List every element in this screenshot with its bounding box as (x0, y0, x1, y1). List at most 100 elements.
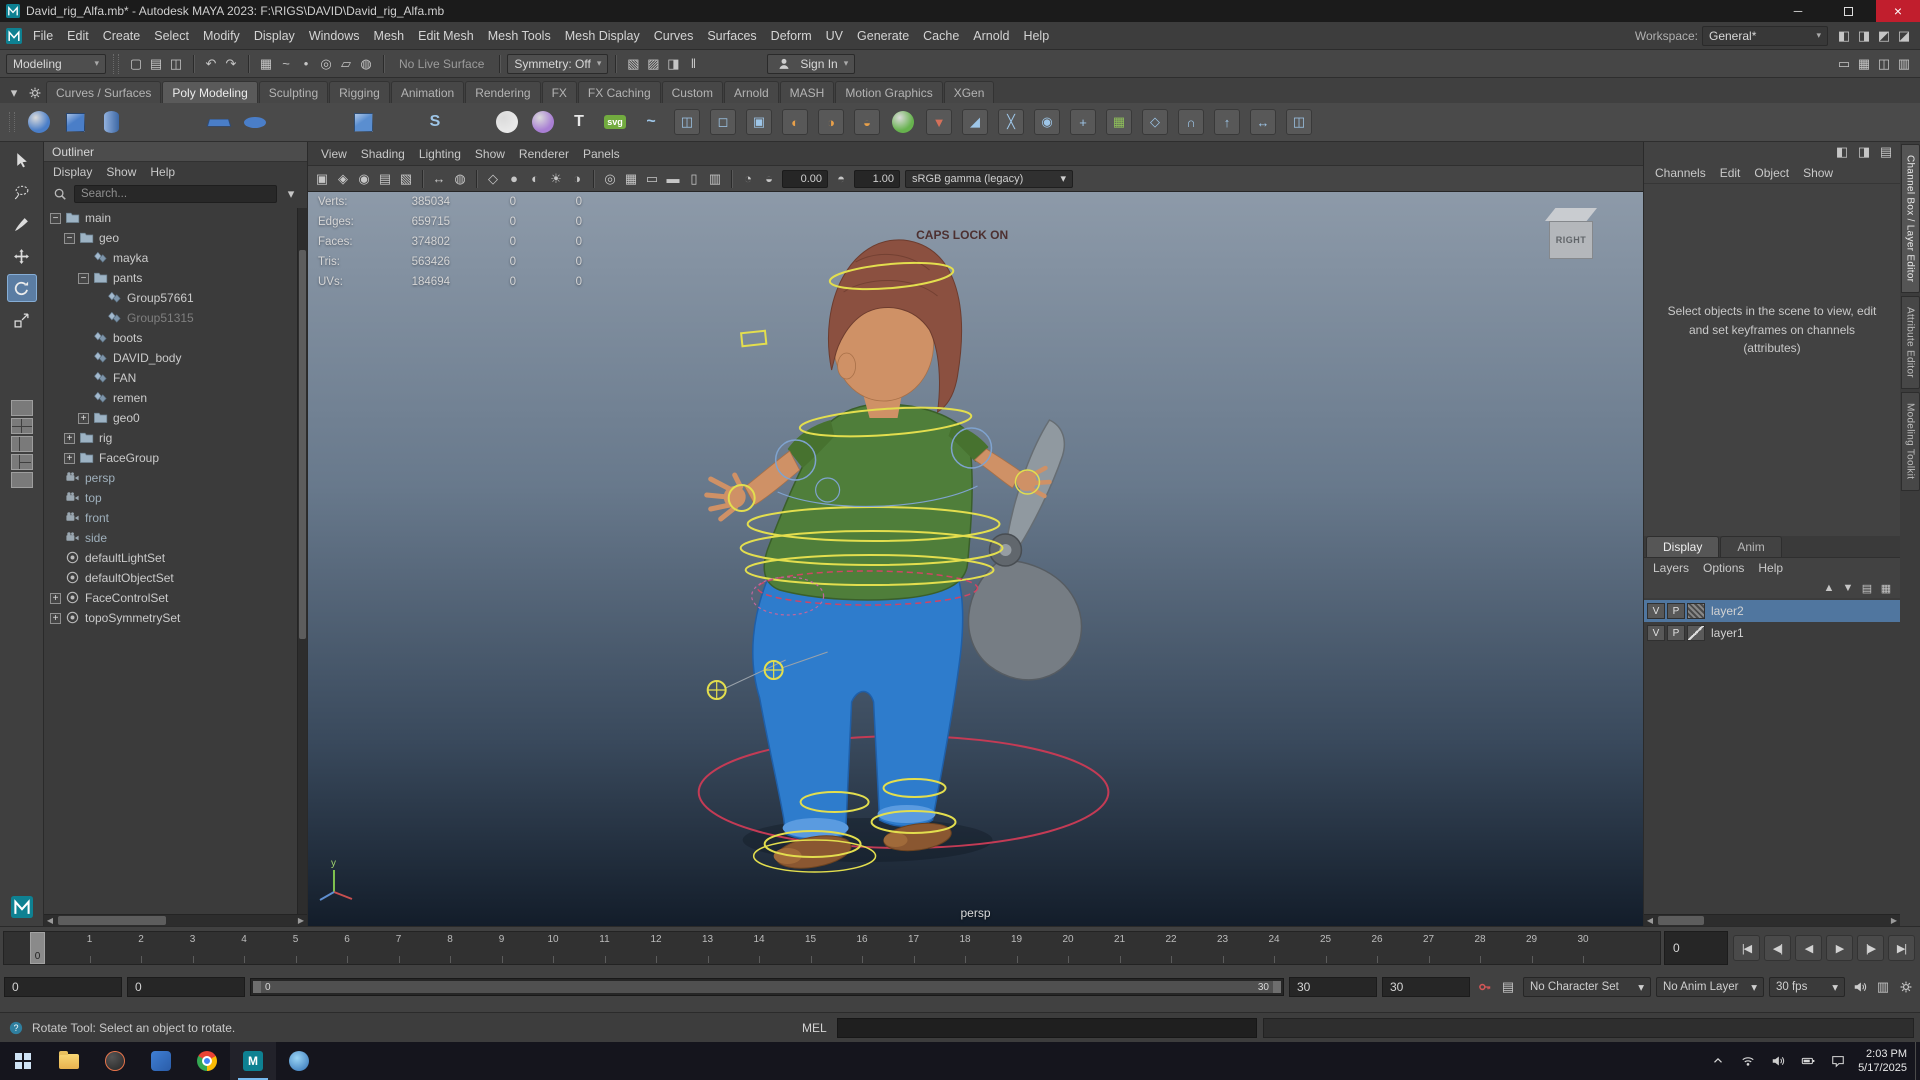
time-slider[interactable]: 1 2 3 4 5 6 7 8 9 10 11 12 13 14 15 16 17 18 19 20 21 22 23 24 2… (3, 931, 1917, 965)
layer-visibility-toggle[interactable]: V (1647, 625, 1665, 641)
channel-speed-icon[interactable]: ◨ (1854, 142, 1874, 162)
outliner-item-mayka[interactable]: mayka (44, 248, 307, 268)
step-back-frame-button[interactable]: ◀| (1764, 935, 1791, 961)
outliner-menu-help[interactable]: Help (143, 163, 182, 181)
shelf-tab-rigging[interactable]: Rigging (329, 81, 390, 103)
smooth-icon[interactable] (886, 105, 920, 139)
anim-layer-icon[interactable]: ▤ (1498, 977, 1518, 997)
viewport-menu-view[interactable]: View (314, 145, 354, 163)
snap-to-view-plane-icon[interactable]: ▱ (336, 54, 356, 74)
single-pane-layout-icon[interactable]: ▭ (1834, 54, 1854, 74)
volume-tray-icon[interactable] (1768, 1051, 1788, 1071)
range-start-handle[interactable] (253, 981, 261, 993)
character-set-dropdown[interactable]: No Character Set ▾ (1523, 977, 1651, 997)
hud-toggle-icon[interactable]: ▥ (705, 169, 725, 189)
soccer-ball-icon[interactable] (490, 105, 524, 139)
expand-icon[interactable]: + (64, 452, 75, 464)
network-icon[interactable] (1738, 1051, 1758, 1071)
action-center-icon[interactable] (1828, 1051, 1848, 1071)
command-language-toggle[interactable]: MEL (798, 1021, 831, 1035)
layer-visibility-toggle[interactable]: V (1647, 603, 1665, 619)
custom-layout-button[interactable] (10, 472, 33, 488)
outliner-toggle-icon[interactable]: ◧ (1834, 26, 1854, 46)
film-gate-icon[interactable]: ▯ (684, 169, 704, 189)
menu-edit-mesh[interactable]: Edit Mesh (411, 25, 481, 47)
expand-icon[interactable]: + (78, 412, 89, 424)
outliner-item-defaultobjectset[interactable]: defaultObjectSet (44, 568, 307, 588)
go-to-start-button[interactable]: |◀ (1733, 935, 1760, 961)
viewport-menu-renderer[interactable]: Renderer (512, 145, 576, 163)
volume-icon[interactable] (1850, 977, 1870, 997)
pinned-app-icon-3[interactable] (276, 1042, 322, 1080)
four-pane-layout-button[interactable] (10, 418, 33, 434)
move-tool[interactable] (7, 242, 37, 270)
range-slider[interactable]: 0 30 (250, 978, 1284, 996)
auto-keyframe-icon[interactable] (1475, 977, 1495, 997)
outliner-item-pants[interactable]: − pants (44, 268, 307, 288)
field-chart-icon[interactable]: ▦ (621, 169, 641, 189)
menu-modify[interactable]: Modify (196, 25, 247, 47)
extract-icon[interactable]: ▣ (742, 105, 776, 139)
menu-deform[interactable]: Deform (764, 25, 819, 47)
channel-box-menu-channels[interactable]: Channels (1648, 164, 1713, 182)
quad-draw-icon[interactable]: ▦ (1102, 105, 1136, 139)
gate-mask-icon[interactable]: ▬ (663, 169, 683, 189)
scroll-right-icon[interactable]: ▶ (1888, 915, 1900, 927)
shelf-tab-motion-graphics[interactable]: Motion Graphics (835, 81, 943, 103)
outliner-item-side[interactable]: side (44, 528, 307, 548)
hypershade-layout-icon[interactable]: ▥ (1894, 54, 1914, 74)
outliner-vertical-scrollbar[interactable] (297, 208, 307, 914)
anim-layer-dropdown[interactable]: No Anim Layer ▾ (1656, 977, 1764, 997)
scroll-right-icon[interactable]: ▶ (295, 915, 307, 927)
oversampling-icon[interactable]: ◍ (450, 169, 470, 189)
poly-prism-icon[interactable] (346, 105, 380, 139)
scene-3d[interactable]: y (308, 192, 1643, 926)
menu-mesh-tools[interactable]: Mesh Tools (481, 25, 558, 47)
pause-ipr-icon[interactable]: ‖ (683, 54, 703, 74)
shelf-tab-fx-caching[interactable]: FX Caching (577, 81, 661, 103)
shelf-gear-icon[interactable] (25, 83, 45, 103)
animation-start-field[interactable]: 0 (4, 977, 122, 997)
poly-cube-icon[interactable] (58, 105, 92, 139)
current-time-indicator[interactable]: 0 (30, 932, 45, 964)
boolean-intersection-icon[interactable]: ◒ (850, 105, 884, 139)
poly-cylinder-icon[interactable] (94, 105, 128, 139)
viewport-menu-lighting[interactable]: Lighting (412, 145, 468, 163)
outliner-item-persp[interactable]: persp (44, 468, 307, 488)
render-frame-icon[interactable]: ▧ (623, 54, 643, 74)
side-tab-channel-box-layer-editor[interactable]: Channel Box / Layer Editor (1900, 144, 1920, 294)
snap-to-curve-icon[interactable]: ~ (276, 54, 296, 74)
play-backwards-button[interactable]: ◀ (1795, 935, 1822, 961)
persp-graph-layout-button[interactable] (10, 454, 33, 470)
contrast-icon[interactable]: ◓ (831, 169, 851, 189)
poly-gear-icon[interactable] (454, 105, 488, 139)
outliner-item-facecontrolset[interactable]: + FaceControlSet (44, 588, 307, 608)
outliner-title[interactable]: Outliner (44, 142, 307, 162)
close-button[interactable]: × (1876, 0, 1920, 22)
persp-outliner-layout-button[interactable] (10, 436, 33, 452)
tool-settings-toggle-icon[interactable]: ◨ (1854, 26, 1874, 46)
poly-pyramid-icon[interactable] (310, 105, 344, 139)
paint-select-tool[interactable] (7, 210, 37, 238)
poly-torus-icon[interactable] (166, 105, 200, 139)
render-settings-icon[interactable]: ◨ (663, 54, 683, 74)
crease-tool-icon[interactable]: ◢ (958, 105, 992, 139)
new-layer-from-selected-icon[interactable]: ▦ (1878, 580, 1894, 596)
mirror-icon[interactable]: ◫ (1282, 105, 1316, 139)
help-line-icon[interactable]: ? (6, 1018, 26, 1038)
layer-editor-tab-anim[interactable]: Anim (1720, 536, 1782, 557)
shelf-tab-arnold[interactable]: Arnold (723, 81, 779, 103)
fps-dropdown[interactable]: 30 fps ▾ (1769, 977, 1845, 997)
shelf-tab-rendering[interactable]: Rendering (465, 81, 541, 103)
current-time-field[interactable]: 0 (1664, 931, 1728, 965)
outliner-item-fan[interactable]: FAN (44, 368, 307, 388)
platonic-solid-icon[interactable] (274, 105, 308, 139)
shaded-icon[interactable]: ● (504, 169, 524, 189)
multi-cut-icon[interactable]: ╳ (994, 105, 1028, 139)
minimize-button[interactable]: ─ (1776, 0, 1820, 22)
layer-color-swatch[interactable] (1687, 625, 1705, 641)
hidden-icons-chevron[interactable] (1708, 1051, 1728, 1071)
maximize-button[interactable] (1826, 0, 1870, 22)
expand-icon[interactable]: + (50, 592, 61, 604)
shelf-tab-animation[interactable]: Animation (390, 81, 465, 103)
